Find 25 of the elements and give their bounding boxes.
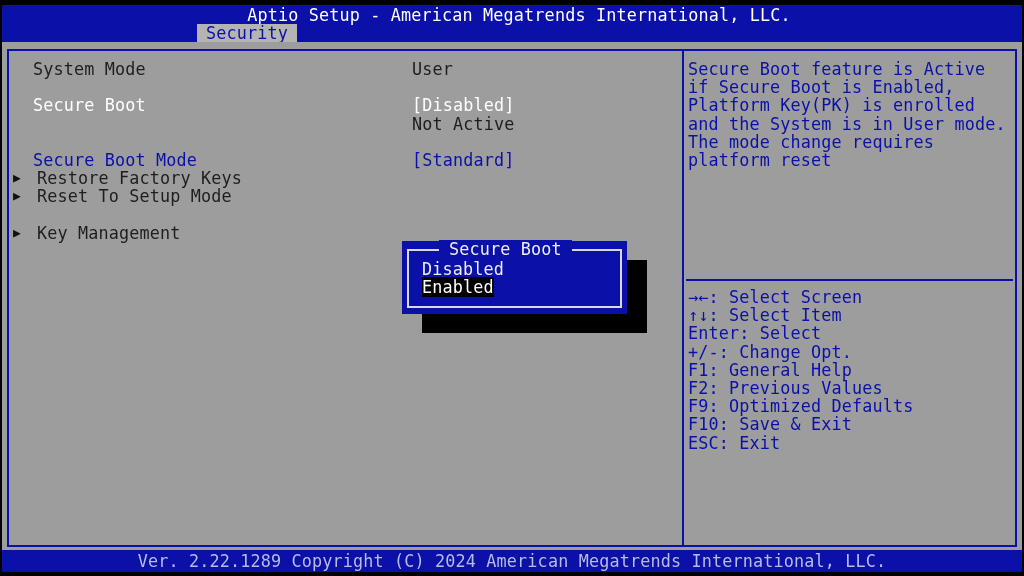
arrow-icon: ▶	[9, 223, 37, 242]
popup-option[interactable]: Enabled	[422, 277, 494, 298]
key-hint: F10: Save & Exit	[688, 415, 854, 434]
key-hint: ↑↓: Select Item	[688, 306, 843, 325]
key-hint: F1: General Help	[688, 360, 853, 379]
submenu-item[interactable]: Reset To Setup Mode	[37, 187, 416, 206]
setting-value[interactable]: [Standard]	[412, 150, 515, 170]
setting-value: Not Active	[412, 114, 515, 133]
setting-label[interactable]: Secure Boot Mode	[33, 150, 412, 170]
key-hint: →←: Select Screen	[688, 288, 864, 307]
setting-label: System Mode	[33, 60, 147, 79]
submenu-item[interactable]: Key Management	[37, 223, 416, 242]
popup-option[interactable]: Disabled	[422, 259, 505, 279]
setting-value: User	[412, 60, 453, 79]
window-title: Aptio Setup - American Megatrends International, LLC.	[247, 6, 792, 24]
submenu-item[interactable]: Restore Factory Keys	[37, 169, 416, 188]
key-hint: Enter: Select	[688, 324, 823, 343]
key-hint: ESC: Exit	[688, 433, 782, 452]
tab[interactable]: Security	[197, 24, 298, 42]
key-hint: F9: Optimized Defaults	[688, 397, 915, 416]
help-text: Secure Boot feature is Active if Secure Boot is Enabled, Platform Key(PK) is enrolled and the System is in User mode. The mode change requires platform reset	[687, 60, 1007, 172]
key-hint: +/-: Change Opt.	[688, 342, 854, 361]
status-bar: Ver. 2.22.1289 Copyright (C) 2024 American Megatrends International, LLC.	[2, 550, 1022, 572]
arrow-icon: ▶	[9, 169, 37, 188]
arrow-icon: ▶	[9, 187, 37, 206]
